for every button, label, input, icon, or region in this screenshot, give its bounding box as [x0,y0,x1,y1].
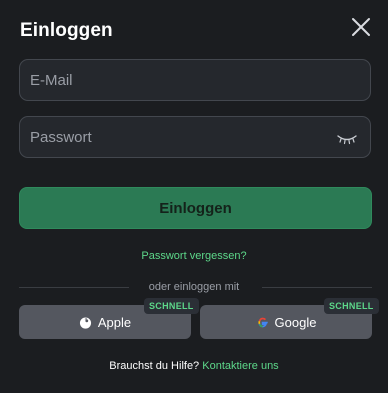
email-field-wrapper [19,59,371,101]
eye-closed-icon [337,135,357,145]
help-line: Brauchst du Hilfe? Kontaktiere uns [0,360,388,372]
google-login-label: Google [274,314,317,330]
apple-fast-badge: SCHNELL [144,298,199,314]
divider-label: oder einloggen mit [148,281,240,293]
contact-us-link[interactable]: Kontaktiere uns [202,360,278,372]
apple-login-label: Apple [97,314,132,330]
close-button[interactable] [348,14,374,40]
page-title: Einloggen [20,20,113,41]
apple-icon [79,316,91,329]
login-modal: Einloggen Einloggen Passwort vergessen? … [0,0,388,393]
forgot-password-link[interactable]: Passwort vergessen? [0,250,388,262]
password-input[interactable] [20,117,370,157]
help-prompt: Brauchst du Hilfe? [109,360,200,372]
google-fast-badge: SCHNELL [324,298,379,314]
close-icon [352,18,370,36]
google-icon [257,317,268,327]
email-input[interactable] [20,60,370,100]
password-field-wrapper [19,116,371,158]
password-visibility-toggle[interactable] [336,129,358,147]
login-button[interactable]: Einloggen [19,187,372,229]
